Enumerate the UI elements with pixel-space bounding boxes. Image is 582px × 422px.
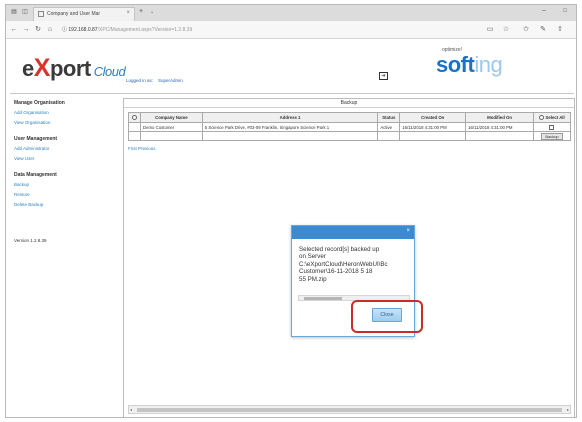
maximize-icon[interactable]: □ (559, 8, 571, 14)
home-icon[interactable]: ⌂ (44, 25, 56, 35)
panel-title: Backup (124, 99, 574, 108)
dialog-header: × (292, 226, 414, 239)
logged-in-label: Logged in as: (126, 78, 154, 83)
cell-status: Active (377, 122, 401, 132)
column-address[interactable]: Address 1 (201, 112, 379, 123)
back-icon[interactable]: ← (8, 25, 20, 35)
column-modified-on[interactable]: Modified On (465, 112, 534, 123)
share-icon[interactable]: ⇧ (554, 25, 566, 35)
column-select-all[interactable]: Select All (532, 112, 572, 123)
new-tab-icon[interactable]: + (139, 8, 143, 15)
tab-title: Company and User Mar (47, 11, 101, 17)
backup-button[interactable]: Backup (541, 132, 563, 140)
sidebar-item-view-organisation[interactable]: View Organisation (14, 119, 114, 126)
refresh-icon[interactable]: ↻ (32, 25, 44, 35)
select-all-radio[interactable] (539, 115, 545, 121)
browser-window: ▤ ◫ Company and User Mar × + ⌄ – □ ← → ↻… (5, 4, 577, 418)
cell-select (532, 122, 572, 132)
dialog-message: Selected record[s] backed up on Server C… (299, 246, 388, 283)
column-status[interactable]: Status (377, 112, 401, 123)
tab-set-icon[interactable]: ◫ (20, 8, 30, 17)
sidebar-item-add-organisation[interactable]: Add Organisation (14, 109, 114, 116)
window-menu-icon[interactable]: ▤ (9, 8, 19, 17)
dialog-scrollbar-thumb[interactable] (304, 297, 342, 300)
logged-in-user[interactable]: SuperAdmin (158, 78, 183, 83)
table-header-row: Company Name Address 1 Status Created On… (128, 112, 572, 123)
pen-icon[interactable]: ✎ (537, 25, 549, 35)
cell-modified: 16/11/2018 4:31:00 PM (465, 122, 534, 132)
sidebar-item-restore[interactable]: Restore (14, 191, 114, 198)
dialog-close-icon[interactable]: × (406, 228, 410, 234)
sidebar-item-add-administrator[interactable]: Add Administrator (14, 145, 114, 152)
tab-close-icon[interactable]: × (126, 10, 130, 16)
sidebar-section-data-management: Data Management (14, 172, 57, 178)
horizontal-scrollbar[interactable]: ◂ ▸ (128, 405, 571, 414)
url-path: /XPC/Management.aspx?Version=1.2.8.39 (97, 27, 193, 33)
scroll-right-icon[interactable]: ▸ (567, 407, 569, 412)
app-content: eXport Cloud Logged in as: SuperAdmin ➔ op… (6, 40, 576, 417)
forward-icon[interactable]: → (20, 25, 32, 35)
sidebar: Manage Organisation Add Organisation Vie… (14, 100, 114, 243)
scrollbar-thumb[interactable] (137, 408, 562, 412)
sidebar-section-user-management: User Management (14, 136, 58, 142)
favorites-icon[interactable]: ✩ (520, 25, 532, 35)
row-checkbox[interactable] (549, 124, 555, 130)
close-button-highlight (351, 300, 423, 333)
header-divider (10, 93, 574, 94)
tab-strip: ▤ ◫ Company and User Mar × + ⌄ – □ (6, 5, 576, 21)
table-row[interactable]: Demo Customer 5 Science Park Drive, #03-… (128, 122, 572, 132)
table-action-row: Backup (128, 131, 572, 141)
scroll-left-icon[interactable]: ◂ (130, 407, 132, 412)
row-spacer (128, 122, 141, 132)
sidebar-item-delete-backup[interactable]: Delete Backup (14, 201, 114, 208)
column-company-name[interactable]: Company Name (139, 112, 203, 123)
url-host: 192.168.0.87 (68, 27, 98, 33)
navigation-bar: ← → ↻ ⌂ ⓘ 192.168.0.87/XPC/Management.as… (6, 21, 576, 39)
favorite-icon[interactable]: ☆ (500, 25, 512, 35)
pager-links[interactable]: First Previous (128, 146, 156, 151)
cell-company: Demo Customer (139, 122, 203, 132)
export-cloud-logo: eXport Cloud (22, 54, 126, 82)
page-icon (38, 11, 44, 17)
reading-view-icon[interactable]: ▭ (484, 25, 496, 35)
column-created-on[interactable]: Created On (399, 112, 467, 123)
row-radio-header (131, 115, 137, 121)
cell-created: 16/11/2018 4:31:00 PM (399, 122, 467, 132)
cell-address: 5 Science Park Drive, #03-09 Franklin, S… (201, 122, 379, 132)
address-bar[interactable]: ⓘ 192.168.0.87/XPC/Management.aspx?Versi… (62, 25, 482, 35)
browser-tab[interactable]: Company and User Mar × (33, 7, 135, 21)
backup-table: Company Name Address 1 Status Created On… (128, 112, 572, 141)
sidebar-item-backup[interactable]: Backup (14, 181, 114, 188)
logout-icon[interactable]: ➔ (379, 72, 388, 80)
column-select (128, 112, 141, 123)
version-label: Version 1.2.8.39 (14, 238, 47, 243)
tab-list-icon[interactable]: ⌄ (150, 9, 154, 15)
logged-in-info: Logged in as: SuperAdmin (126, 78, 183, 83)
sidebar-item-view-user[interactable]: View User (14, 155, 114, 162)
sidebar-section-manage-organisation: Manage Organisation (14, 100, 65, 106)
minimize-icon[interactable]: – (538, 8, 550, 14)
